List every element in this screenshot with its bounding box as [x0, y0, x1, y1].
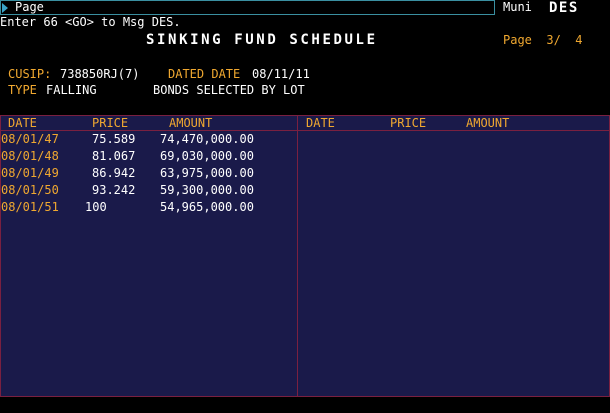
column-header-amount: AMOUNT [169, 116, 213, 130]
row-price: 93.242 [92, 183, 136, 197]
row-date: 08/01/51 [1, 200, 59, 214]
command-input[interactable]: Page [15, 0, 44, 15]
type-value: FALLING [46, 83, 97, 97]
command-arrow-icon [2, 3, 8, 13]
row-price: 100 [85, 200, 107, 214]
column-header-amount: AMOUNT [466, 116, 510, 130]
row-amount: 63,975,000.00 [160, 166, 254, 180]
row-price: 75.589 [92, 132, 136, 146]
header-divider [298, 130, 609, 131]
type-label: TYPE [8, 83, 37, 97]
row-amount: 54,965,000.00 [160, 200, 254, 214]
selection-method: BONDS SELECTED BY LOT [153, 83, 305, 97]
row-date: 08/01/49 [1, 166, 59, 180]
table-row: 08/01/50 93.242 59,300,000.00 [1, 183, 298, 198]
page-title: SINKING FUND SCHEDULE [146, 32, 378, 48]
row-amount: 74,470,000.00 [160, 132, 254, 146]
column-header-date: DATE [306, 116, 335, 130]
schedule-panel-right: DATE PRICE AMOUNT [297, 115, 610, 397]
row-date: 08/01/50 [1, 183, 59, 197]
row-amount: 69,030,000.00 [160, 149, 254, 163]
table-row: 08/01/51 100 54,965,000.00 [1, 200, 298, 215]
market-sector-label: Muni [503, 0, 532, 14]
command-bar[interactable]: Page [0, 0, 495, 15]
row-price: 81.067 [92, 149, 136, 163]
table-row: 08/01/48 81.067 69,030,000.00 [1, 149, 298, 164]
schedule-panel-left: DATE PRICE AMOUNT 08/01/47 75.589 74,470… [0, 115, 298, 397]
row-date: 08/01/48 [1, 149, 59, 163]
row-date: 08/01/47 [1, 132, 59, 146]
status-bar [0, 397, 610, 413]
table-row: 08/01/49 86.942 63,975,000.00 [1, 166, 298, 181]
dated-date-label: DATED DATE [168, 67, 241, 81]
column-header-price: PRICE [92, 116, 129, 130]
table-row: 08/01/47 75.589 74,470,000.00 [1, 132, 298, 147]
cusip-label: CUSIP: [8, 67, 52, 81]
row-amount: 59,300,000.00 [160, 183, 254, 197]
column-header-price: PRICE [390, 116, 427, 130]
column-header-date: DATE [8, 116, 37, 130]
row-price: 86.942 [92, 166, 136, 180]
function-code: DES [549, 0, 579, 16]
message-line: Enter 66 <GO> to Msg DES. [0, 15, 181, 29]
cusip-value: 738850RJ(7) [60, 67, 140, 81]
dated-date-value: 08/11/11 [252, 67, 310, 81]
page-indicator[interactable]: Page 3/ 4 [503, 33, 582, 48]
header-divider [1, 130, 297, 131]
